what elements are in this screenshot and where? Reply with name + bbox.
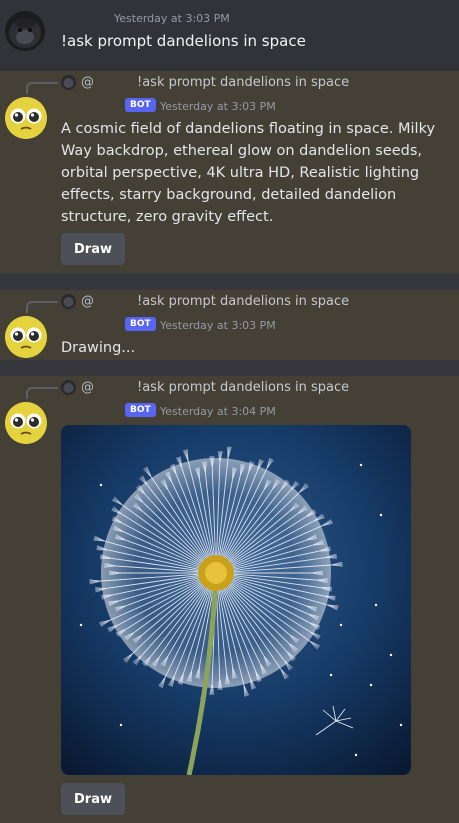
reply-connector (26, 301, 58, 313)
pleading-face-icon (5, 97, 47, 139)
reply-mention[interactable]: @ (81, 75, 94, 90)
reply-preview-text[interactable]: !ask prompt dandelions in space (137, 294, 349, 309)
pleading-face-icon (5, 402, 47, 444)
reply-preview-text[interactable]: !ask prompt dandelions in space (137, 75, 349, 90)
bot-badge: BOT (125, 98, 156, 112)
draw-button[interactable]: Draw (61, 783, 125, 815)
pleading-face-icon (5, 316, 47, 358)
reply-avatar-icon[interactable] (61, 75, 76, 90)
generated-image[interactable] (61, 425, 411, 775)
user-avatar[interactable] (5, 11, 45, 51)
message-text: Drawing... (61, 340, 136, 356)
message-text: !ask prompt dandelions in space (61, 32, 306, 50)
message-text: A cosmic field of dandelions floating in… (61, 121, 436, 225)
bot-message: @ !ask prompt dandelions in space BOT Ye… (0, 71, 459, 273)
reply-avatar-icon[interactable] (61, 294, 76, 309)
message-divider (0, 273, 459, 290)
dandelion-image (61, 425, 411, 775)
message-divider (0, 360, 459, 376)
reply-preview-text[interactable]: !ask prompt dandelions in space (137, 380, 349, 395)
bot-avatar[interactable] (5, 316, 47, 358)
timestamp: Yesterday at 3:04 PM (160, 405, 276, 418)
reply-mention[interactable]: @ (81, 294, 94, 309)
bot-message: @ !ask prompt dandelions in space BOT Ye… (0, 290, 459, 361)
bot-avatar[interactable] (5, 402, 47, 444)
bot-badge: BOT (125, 317, 156, 331)
timestamp: Yesterday at 3:03 PM (114, 12, 230, 25)
bot-badge: BOT (125, 403, 156, 417)
reply-connector (26, 387, 58, 399)
gorilla-icon (5, 11, 45, 51)
reply-mention[interactable]: @ (81, 380, 94, 395)
timestamp: Yesterday at 3:03 PM (160, 319, 276, 332)
bot-avatar[interactable] (5, 97, 47, 139)
user-message: Yesterday at 3:03 PM !ask prompt dandeli… (0, 0, 459, 71)
reply-avatar-icon[interactable] (61, 380, 76, 395)
timestamp: Yesterday at 3:03 PM (160, 100, 276, 113)
reply-connector (26, 82, 58, 94)
draw-button[interactable]: Draw (61, 233, 125, 265)
